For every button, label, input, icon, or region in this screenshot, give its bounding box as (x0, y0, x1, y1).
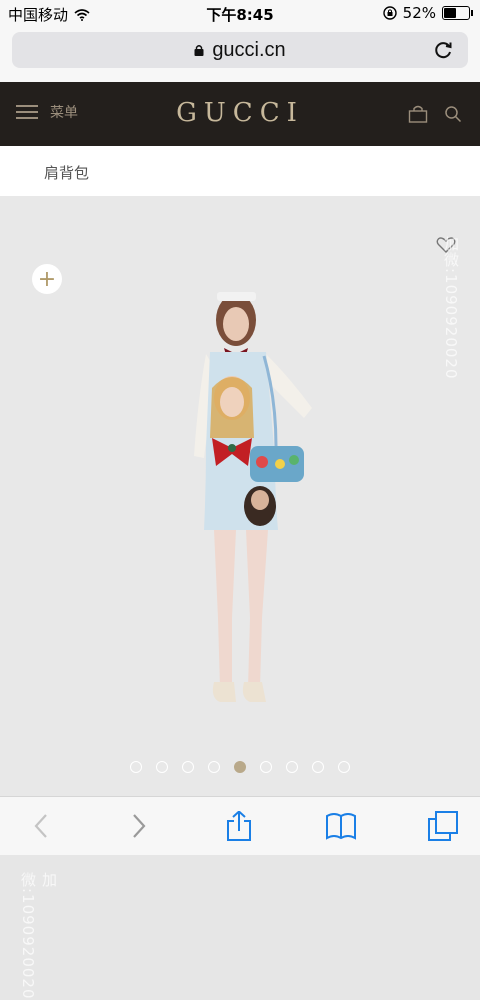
carousel-dot[interactable] (130, 761, 142, 773)
shopping-bag-icon[interactable] (408, 104, 428, 124)
zoom-button[interactable]: + (32, 264, 62, 294)
category-bar: 肩背包 (0, 146, 480, 196)
carousel-dot[interactable] (234, 761, 246, 773)
carousel-dot[interactable] (312, 761, 324, 773)
status-right: 52% (382, 4, 473, 22)
battery-fill (444, 8, 457, 18)
bookmarks-icon[interactable] (326, 811, 356, 841)
carousel-dot[interactable] (338, 761, 350, 773)
back-icon[interactable] (28, 811, 58, 841)
carousel-dot[interactable] (182, 761, 194, 773)
battery-percent: 52% (402, 4, 436, 22)
carousel-dots (0, 761, 480, 773)
watermark-left: 加微:1090920020 (19, 872, 58, 1000)
tabs-icon[interactable] (428, 811, 458, 841)
forward-icon[interactable] (122, 811, 152, 841)
share-icon[interactable] (224, 811, 254, 841)
carousel-dot[interactable] (156, 761, 168, 773)
lock-icon (194, 45, 204, 56)
battery-icon (442, 6, 473, 20)
carousel-dot[interactable] (260, 761, 272, 773)
reload-icon[interactable] (434, 40, 454, 60)
url-text: gucci.cn (212, 38, 286, 61)
site-header: 菜单 GUCCI (0, 82, 480, 146)
watermark-right: 加微:1090920020 (442, 236, 460, 380)
search-icon[interactable] (444, 105, 462, 123)
category-label[interactable]: 肩背包 (44, 162, 89, 183)
carousel-dot[interactable] (208, 761, 220, 773)
browser-toolbar (0, 796, 480, 855)
status-bar: 中国移动 下午8:45 52% (0, 0, 480, 577)
product-image-area[interactable]: + 加微:1090920020 加微:1090920020 (0, 196, 480, 1000)
browser-chrome: gucci.cn (0, 26, 480, 82)
address-bar[interactable]: gucci.cn (12, 32, 468, 68)
rotation-lock-icon (382, 6, 397, 20)
carousel-dot[interactable] (286, 761, 298, 773)
product-photo (194, 292, 312, 702)
